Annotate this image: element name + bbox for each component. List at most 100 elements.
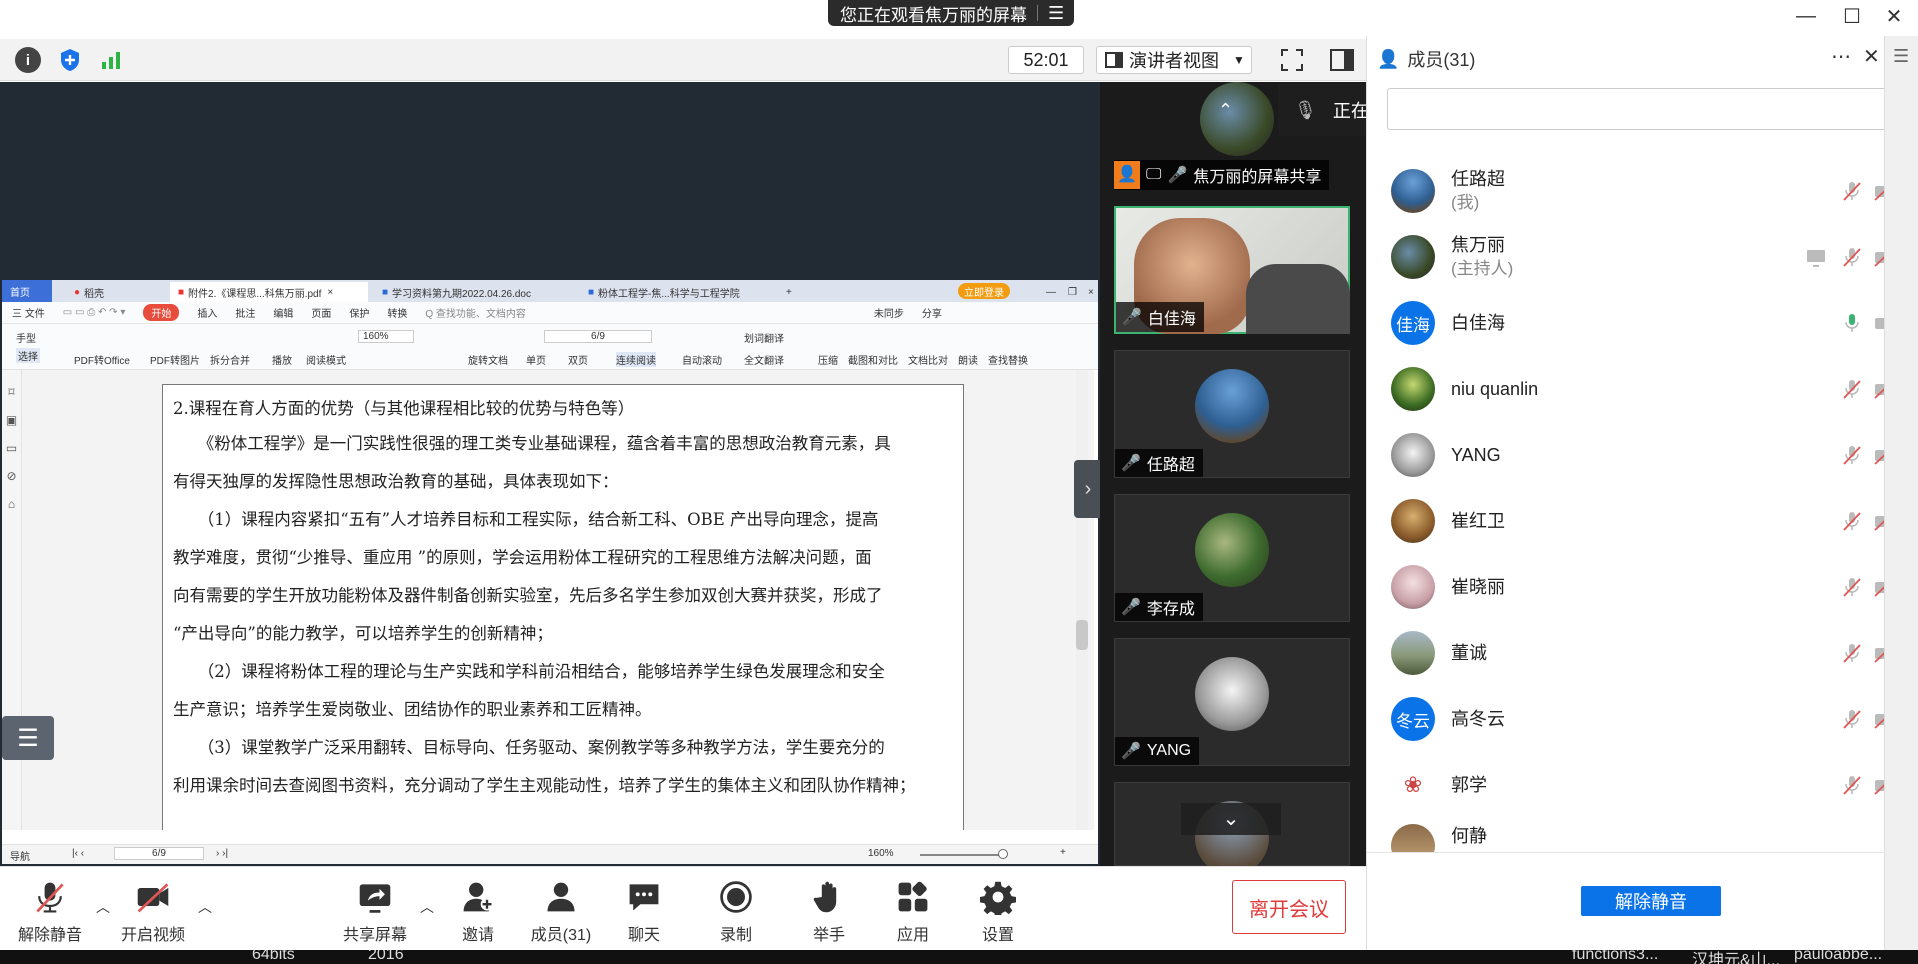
next-last-icon[interactable]: › ›| [216,848,228,859]
screenshot-compare[interactable]: 截图和对比 [848,352,898,367]
video-tile-active-speaker[interactable]: 🎤 白佳海 [1114,206,1350,334]
comment-icon[interactable]: ▭ [5,434,18,462]
first-prev-icon[interactable]: |‹ ‹ [72,848,84,859]
status-page-field[interactable]: 6/9 [114,847,204,860]
tab-daoke[interactable]: ● 稻壳 [66,282,156,302]
menu-insert[interactable]: 插入 [197,305,217,320]
pdf-to-office[interactable]: PDF转Office [74,352,130,367]
menu-icon[interactable]: ☰ [1893,46,1910,67]
full-translate[interactable]: 全文翻译 [744,352,784,367]
members-button[interactable]: 成员(31) [521,873,601,945]
start-video-button[interactable]: 开启视频 [113,873,193,945]
member-row[interactable]: 崔红卫 [1367,488,1895,554]
mic-muted-icon[interactable] [1841,246,1863,268]
leave-meeting-button[interactable]: 离开会议 [1232,880,1346,934]
taskbar-item[interactable]: 2016 [368,950,404,964]
shield-icon[interactable] [57,47,83,73]
member-row[interactable]: 冬云 高冬云 [1367,686,1895,752]
menu-annotate[interactable]: 批注 [235,305,255,320]
outline-list-icon[interactable]: ☰ [2,716,54,760]
share-screen-button[interactable]: 共享屏幕 [335,873,415,945]
chat-button[interactable]: 聊天 [604,873,684,945]
stamp-icon[interactable]: ⌂ [5,490,18,518]
mic-active-icon[interactable] [1841,312,1863,334]
page-field[interactable]: 6/9 [544,330,652,343]
vertical-scrollbar[interactable] [1076,370,1088,830]
rotate-doc[interactable]: 旋转文档 [468,352,508,367]
search-field[interactable]: Q 查找功能、文档内容 [425,305,526,320]
list-icon[interactable]: ☰ [1048,4,1064,22]
taskbar-item[interactable]: 64bits [252,950,295,964]
nav-toggle[interactable]: 导航 [10,848,30,863]
chevron-up-icon[interactable]: ⌃ [1218,100,1233,121]
plus-icon[interactable]: + [1060,847,1066,858]
signal-icon[interactable] [98,47,124,73]
compress[interactable]: 压缩 [818,352,838,367]
doc-compare[interactable]: 文档比对 [908,352,948,367]
word-translate[interactable]: 划词翻译 [744,330,784,345]
unmute-button[interactable]: 解除静音 [10,873,90,945]
settings-button[interactable]: 设置 [958,873,1038,945]
raise-hand-button[interactable]: 举手 [789,873,869,945]
more-icon[interactable]: ⋯ [1831,44,1851,69]
member-row[interactable]: niu quanlin [1367,356,1895,422]
chevron-down-icon[interactable]: ⌄ [1181,803,1281,835]
member-row[interactable]: YANG [1367,422,1895,488]
hand-tool[interactable]: 手型 [16,330,36,345]
image-icon[interactable]: ▣ [5,406,18,434]
apps-button[interactable]: 应用 [873,873,953,945]
chevron-up-icon[interactable]: ︿ [198,897,212,917]
zoom-field[interactable]: 160% [358,330,414,343]
video-tile[interactable]: 🎤 任路超 [1114,350,1350,478]
tab-home[interactable]: 首页 [2,280,52,302]
split-merge[interactable]: 拆分合并 [210,352,250,367]
zoom-slider-handle[interactable] [998,849,1008,859]
add-tab-icon[interactable]: + [778,282,800,302]
mic-muted-icon[interactable] [1841,510,1863,532]
taskbar-item[interactable]: pauloabbe... [1794,950,1882,964]
select-tool[interactable]: 选择 [16,348,40,363]
video-tile[interactable]: 🎤 李存成 [1114,494,1350,622]
tab-pdf-active[interactable]: ■ 附件2.《课程思...科焦万丽.pdf × [170,282,368,302]
view-mode-select[interactable]: 演讲者视图 ▼ [1096,46,1252,74]
single-page[interactable]: 单页 [526,352,546,367]
taskbar-item[interactable]: 汉坤元&山... [1692,950,1780,964]
member-row[interactable]: 任路超 (我) [1367,158,1895,224]
share-button[interactable]: 分享 [922,305,942,320]
play[interactable]: 播放 [272,352,292,367]
login-button[interactable]: 立即登录 [958,283,1010,299]
info-icon[interactable]: i [15,47,41,73]
video-tile[interactable]: ⌄ [1114,782,1350,875]
member-row[interactable]: 董诚 [1367,620,1895,686]
minimize-icon[interactable]: — [1788,4,1824,28]
menu-file[interactable]: 三 文件 [12,305,45,320]
read-aloud[interactable]: 朗读 [958,352,978,367]
unmute-all-button[interactable]: 解除静音 [1581,886,1721,916]
panel-toggle-icon[interactable] [1328,46,1356,74]
mic-muted-icon[interactable] [1841,444,1863,466]
tab-doc[interactable]: ■ 学习资料第九期2022.04.26.doc [374,282,560,302]
quick-tools[interactable]: ▭ ▭ ⎙ ↶ ↷ ▾ [63,307,126,318]
tab-doc-2[interactable]: ■ 粉体工程学-焦...科学与工程学院 [580,282,760,302]
close-icon[interactable]: × [1080,282,1102,302]
share-banner[interactable]: 您正在观看焦万丽的屏幕 ☰ [828,0,1075,26]
chevron-up-icon[interactable]: ︿ [420,897,434,917]
mic-muted-icon[interactable] [1841,180,1863,202]
member-search-input[interactable] [1387,88,1901,130]
fullscreen-icon[interactable] [1278,46,1306,74]
find-replace[interactable]: 查找替换 [988,352,1028,367]
mic-muted-icon[interactable] [1841,774,1863,796]
menu-page[interactable]: 页面 [311,305,331,320]
video-tile[interactable]: 🎤 YANG [1114,638,1350,766]
close-icon[interactable]: ✕ [1876,4,1912,28]
taskbar-item[interactable]: functions3... [1572,950,1658,964]
menu-protect[interactable]: 保护 [349,305,369,320]
mic-muted-icon[interactable] [1841,576,1863,598]
collapse-video-handle[interactable]: › [1074,460,1102,518]
close-panel-icon[interactable]: ✕ [1863,44,1880,69]
menu-start[interactable]: 开始 [143,304,180,321]
double-page[interactable]: 双页 [568,352,588,367]
record-button[interactable]: 录制 [696,873,776,945]
sync-status[interactable]: 未同步 [874,305,904,320]
mic-muted-icon[interactable] [1841,642,1863,664]
